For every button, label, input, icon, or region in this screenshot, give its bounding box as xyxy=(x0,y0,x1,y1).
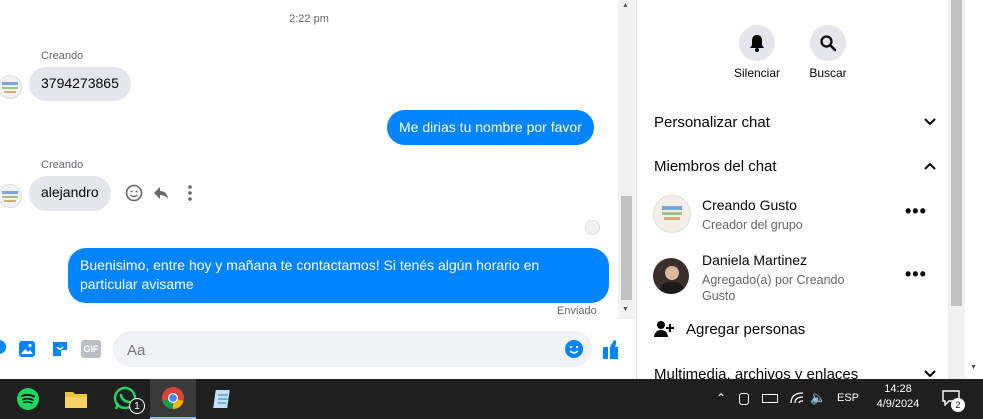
gif-icon[interactable]: GIF xyxy=(81,340,101,358)
member-options-icon[interactable]: ••• xyxy=(905,201,927,222)
whatsapp-icon[interactable]: 1 xyxy=(102,379,148,419)
search-button-circle[interactable] xyxy=(810,25,846,61)
sender-name: Creando xyxy=(41,159,84,171)
photo-icon[interactable] xyxy=(17,339,37,364)
reply-icon[interactable] xyxy=(151,183,171,203)
section-title: Miembros del chat xyxy=(654,157,777,175)
sender-avatar[interactable] xyxy=(0,75,22,99)
info-panel-scrollbar[interactable] xyxy=(948,0,965,379)
notification-center-icon[interactable]: 2 xyxy=(942,390,965,412)
chrome-icon[interactable] xyxy=(150,379,196,419)
message-bubble-incoming[interactable]: 3794273865 xyxy=(29,67,131,101)
message-text-line: particular avisame xyxy=(80,276,194,292)
member-options-icon[interactable]: ••• xyxy=(905,264,927,285)
message-bubble-incoming[interactable]: alejandro xyxy=(29,176,111,211)
spotify-icon[interactable] xyxy=(5,379,51,419)
wifi-icon[interactable] xyxy=(789,390,805,411)
section-title: Multimedia, archivos y enlaces xyxy=(654,365,859,380)
mute-label: Silenciar xyxy=(733,66,781,80)
scroll-up-arrow-icon[interactable]: ▲ xyxy=(622,2,629,9)
chat-scrollbar[interactable]: ▲ ▼ xyxy=(618,0,635,319)
section-title: Personalizar chat xyxy=(654,113,770,131)
customize-chat-section[interactable]: Personalizar chat xyxy=(654,111,936,133)
add-people-button[interactable]: Agregar personas xyxy=(686,321,805,338)
member-avatar[interactable] xyxy=(653,258,689,294)
chat-members-section[interactable]: Miembros del chat xyxy=(654,155,936,177)
member-role-line: Gusto xyxy=(702,289,736,303)
message-text-line: Buenisimo, entre hoy y mañana te contact… xyxy=(80,257,540,273)
mute-button-circle[interactable] xyxy=(739,25,775,61)
message-bubble-outgoing[interactable]: Buenisimo, entre hoy y mañana te contact… xyxy=(68,248,609,303)
member-role: Creador del grupo xyxy=(702,218,803,232)
clock-date: 4/9/2024 xyxy=(876,398,920,410)
file-explorer-icon[interactable] xyxy=(53,379,99,419)
read-receipt-avatar xyxy=(585,220,600,235)
bell-icon xyxy=(750,35,764,52)
scroll-down-arrow-icon[interactable]: ▼ xyxy=(970,364,977,371)
message-status: Enviado xyxy=(557,305,597,317)
chat-scrollbar-thumb[interactable] xyxy=(621,196,632,300)
message-input-box[interactable] xyxy=(113,331,592,367)
add-people-icon[interactable] xyxy=(654,320,674,343)
search-icon xyxy=(820,35,837,52)
scroll-down-arrow-icon[interactable]: ▼ xyxy=(622,306,629,313)
windows-taskbar: 1 ⌃ 🔈 ESP 14:28 4/9/2024 2 xyxy=(0,379,983,419)
notepad-icon[interactable] xyxy=(200,379,246,419)
message-timestamp: 2:22 pm xyxy=(289,13,329,25)
member-role-line: Agregado(a) por Creando xyxy=(702,273,845,287)
message-input[interactable] xyxy=(125,339,549,361)
member-role: Agregado(a) por Creando Gusto xyxy=(702,272,844,304)
media-files-links-section[interactable]: Multimedia, archivos y enlaces xyxy=(654,363,936,379)
page-scrollbar[interactable]: ▼ xyxy=(965,0,983,379)
search-button[interactable] xyxy=(810,25,846,61)
conversation-info-panel: Silenciar Buscar Personalizar chat Miemb… xyxy=(636,0,949,379)
clock[interactable]: 14:28 4/9/2024 xyxy=(868,383,928,410)
more-actions-icon[interactable] xyxy=(0,340,6,354)
thumbs-up-icon[interactable] xyxy=(602,338,618,365)
show-hidden-icons-icon[interactable]: ⌃ xyxy=(716,391,726,405)
react-emoji-icon[interactable] xyxy=(124,183,144,203)
meet-now-icon[interactable] xyxy=(739,393,749,405)
sticker-icon[interactable] xyxy=(50,339,70,364)
chevron-up-icon xyxy=(924,162,936,170)
sender-name: Creando xyxy=(41,50,84,62)
chevron-down-icon xyxy=(924,118,936,126)
chevron-down-icon xyxy=(924,370,936,378)
member-avatar[interactable] xyxy=(653,195,691,233)
more-options-icon[interactable] xyxy=(180,183,200,203)
info-scrollbar-thumb[interactable] xyxy=(951,0,962,306)
notification-count-badge: 2 xyxy=(951,398,965,412)
emoji-icon[interactable] xyxy=(564,339,584,364)
battery-icon[interactable] xyxy=(762,394,778,403)
whatsapp-unread-badge: 1 xyxy=(129,398,145,414)
language-indicator[interactable]: ESP xyxy=(837,392,859,404)
mute-button[interactable] xyxy=(739,25,775,61)
volume-icon[interactable]: 🔈 xyxy=(810,390,826,406)
chat-pane: 2:22 pm Creando 3794273865 Me dirias tu … xyxy=(0,0,618,379)
clock-time: 14:28 xyxy=(884,383,912,395)
member-name[interactable]: Creando Gusto xyxy=(702,197,797,213)
sender-avatar[interactable] xyxy=(0,184,22,208)
member-name[interactable]: Daniela Martinez xyxy=(702,252,807,268)
search-label: Buscar xyxy=(809,66,847,80)
message-bubble-outgoing[interactable]: Me dirias tu nombre por favor xyxy=(387,110,594,145)
